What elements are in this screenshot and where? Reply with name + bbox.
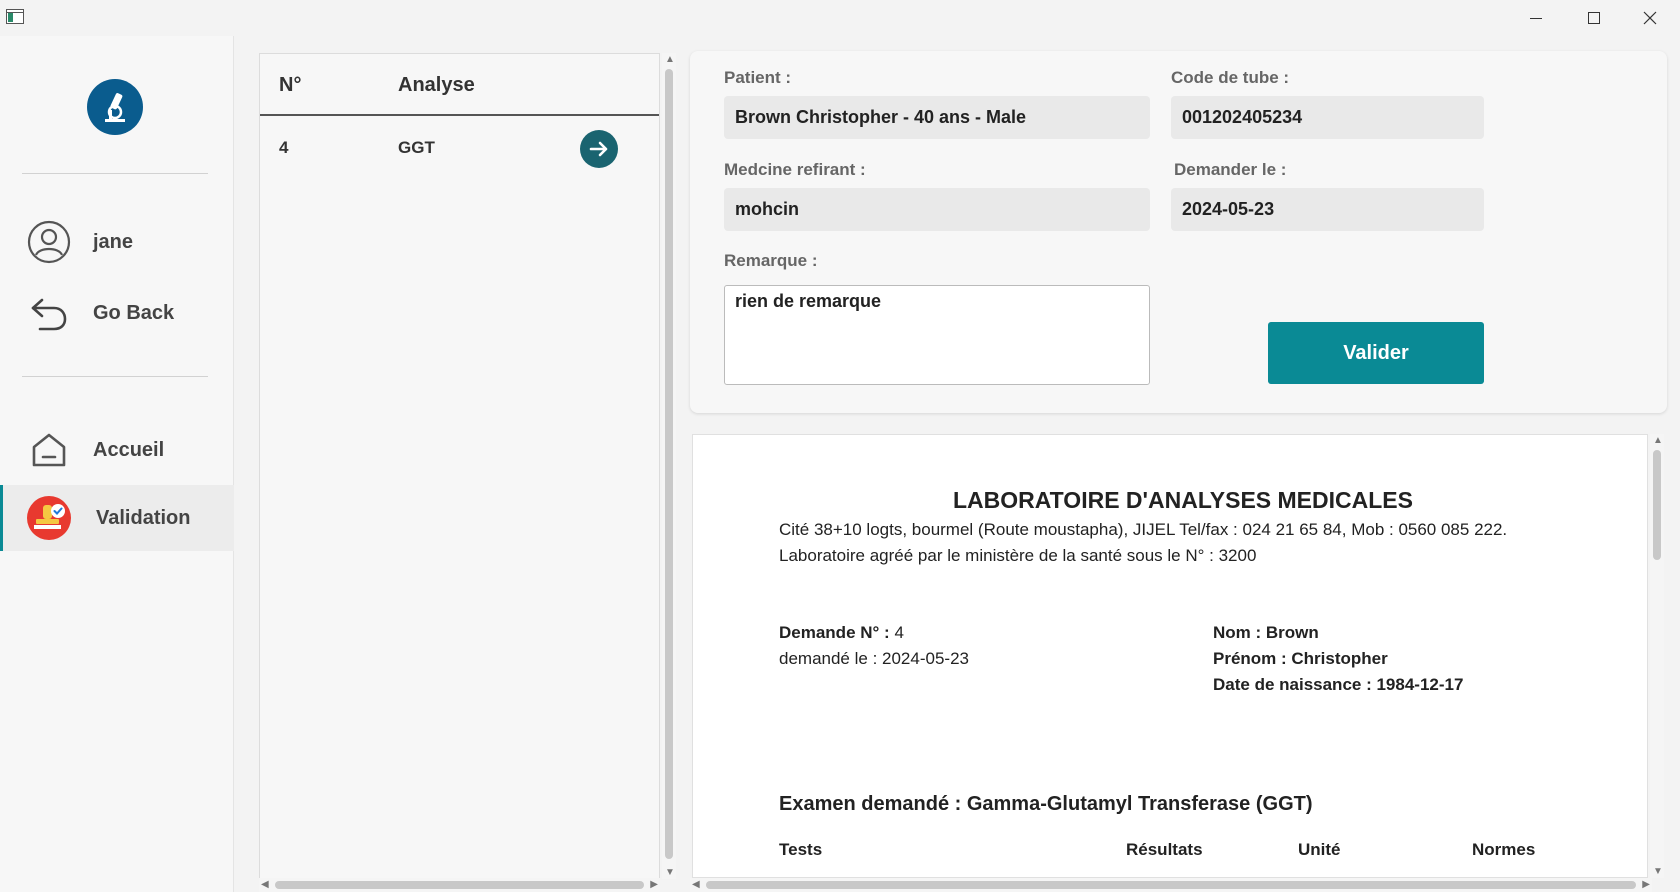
patient-nom: Nom : Brown bbox=[1213, 623, 1319, 642]
medecin-field[interactable]: mohcin bbox=[724, 188, 1150, 231]
scroll-down-icon: ▼ bbox=[665, 867, 675, 878]
column-header-analyse: Analyse bbox=[398, 74, 475, 96]
sidebar-item-validation[interactable]: Validation bbox=[0, 485, 234, 551]
scroll-up-icon: ▲ bbox=[1653, 435, 1663, 446]
document-vertical-scrollbar[interactable]: ▲ ▼ bbox=[1650, 434, 1664, 878]
demande-number: Demande N° : 4 bbox=[779, 623, 904, 643]
scroll-left-icon: ◀ bbox=[692, 879, 700, 890]
patient-label: Patient : bbox=[724, 68, 792, 87]
lab-address: Cité 38+10 logts, bourmel (Route moustap… bbox=[779, 520, 1508, 539]
demande-date-label: Demander le : bbox=[1174, 160, 1287, 179]
demande-number-value: 4 bbox=[889, 623, 904, 642]
arrow-right-icon bbox=[589, 141, 608, 157]
user-name: jane bbox=[93, 230, 134, 253]
tube-code-label: Code de tube : bbox=[1171, 68, 1290, 87]
column-header-tests: Tests bbox=[779, 840, 823, 859]
remarque-label: Remarque : bbox=[724, 251, 818, 270]
lab-agreement: Laboratoire agréé par le ministère de la… bbox=[779, 546, 1257, 565]
go-back-label: Go Back bbox=[93, 301, 175, 324]
medecin-label: Medcine refirant : bbox=[724, 160, 866, 179]
minimize-button[interactable] bbox=[1508, 0, 1564, 36]
minimize-icon bbox=[1530, 17, 1542, 19]
maximize-button[interactable] bbox=[1566, 0, 1622, 36]
sidebar-divider bbox=[22, 173, 208, 174]
demande-number-label: Demande N° : bbox=[779, 623, 890, 642]
sidebar-item-label: Accueil bbox=[93, 438, 165, 461]
sidebar: jane Go Back Accueil Validation bbox=[0, 36, 234, 892]
sidebar-item-accueil[interactable]: Accueil bbox=[0, 417, 234, 483]
valider-button[interactable]: Valider bbox=[1268, 322, 1484, 384]
tube-code-field[interactable]: 001202405234 bbox=[1171, 96, 1484, 139]
column-header-resultats: Résultats bbox=[1126, 840, 1203, 859]
maximize-icon bbox=[1588, 12, 1600, 24]
sidebar-item-label: Validation bbox=[96, 506, 191, 529]
user-profile[interactable]: jane bbox=[0, 209, 234, 275]
column-header-normes: Normes bbox=[1472, 840, 1536, 859]
demande-date: demandé le : 2024-05-23 bbox=[779, 649, 969, 668]
scroll-left-icon: ◀ bbox=[261, 879, 269, 890]
demande-date-field[interactable]: 2024-05-23 bbox=[1171, 188, 1484, 231]
examen-title: Examen demandé : Gamma-Glutamyl Transfer… bbox=[779, 793, 1313, 815]
user-circle-icon bbox=[25, 218, 73, 266]
scroll-right-icon: ▶ bbox=[1642, 879, 1650, 890]
column-header-unite: Unité bbox=[1298, 840, 1341, 859]
go-back-button[interactable]: Go Back bbox=[0, 280, 234, 346]
scroll-right-icon: ▶ bbox=[650, 879, 658, 890]
stamp-check-icon bbox=[25, 494, 73, 542]
analyses-table: N° Analyse 4 GGT bbox=[259, 53, 660, 879]
remarque-textarea[interactable]: rien de remarque bbox=[724, 285, 1150, 385]
scroll-thumb[interactable] bbox=[1653, 450, 1661, 560]
scroll-thumb[interactable] bbox=[275, 881, 644, 889]
lab-title: LABORATOIRE D'ANALYSES MEDICALES bbox=[953, 487, 1413, 513]
open-analyse-button[interactable] bbox=[580, 130, 618, 168]
patient-birthdate: Date de naissance : 1984-12-17 bbox=[1213, 675, 1464, 694]
patient-prenom: Prénom : Christopher bbox=[1213, 649, 1388, 668]
scroll-down-icon: ▼ bbox=[1653, 866, 1663, 877]
row-num: 4 bbox=[279, 138, 289, 157]
row-analyse: GGT bbox=[398, 138, 435, 157]
patient-field[interactable]: Brown Christopher - 40 ans - Male bbox=[724, 96, 1150, 139]
sidebar-divider bbox=[22, 376, 208, 377]
report-page: LABORATOIRE D'ANALYSES MEDICALES Cité 38… bbox=[692, 434, 1648, 878]
scroll-up-icon: ▲ bbox=[665, 54, 675, 65]
document-preview: LABORATOIRE D'ANALYSES MEDICALES Cité 38… bbox=[690, 434, 1667, 879]
microscope-icon bbox=[87, 79, 143, 135]
title-bar bbox=[0, 0, 1680, 36]
validation-form: Patient : Brown Christopher - 40 ans - M… bbox=[690, 51, 1667, 413]
app-icon bbox=[6, 9, 24, 24]
list-horizontal-scrollbar[interactable]: ◀ ▶ bbox=[259, 878, 660, 892]
home-icon bbox=[25, 426, 73, 474]
scroll-thumb[interactable] bbox=[706, 881, 1636, 889]
list-vertical-scrollbar[interactable]: ▲ ▼ bbox=[662, 53, 676, 879]
column-header-num: N° bbox=[279, 74, 302, 96]
table-header: N° Analyse bbox=[260, 54, 659, 116]
scroll-thumb[interactable] bbox=[665, 69, 673, 859]
table-row[interactable]: 4 GGT bbox=[260, 116, 659, 178]
undo-arrow-icon bbox=[25, 289, 73, 337]
close-button[interactable] bbox=[1622, 0, 1678, 36]
close-icon bbox=[1643, 11, 1657, 25]
document-horizontal-scrollbar[interactable]: ◀ ▶ bbox=[690, 878, 1652, 892]
